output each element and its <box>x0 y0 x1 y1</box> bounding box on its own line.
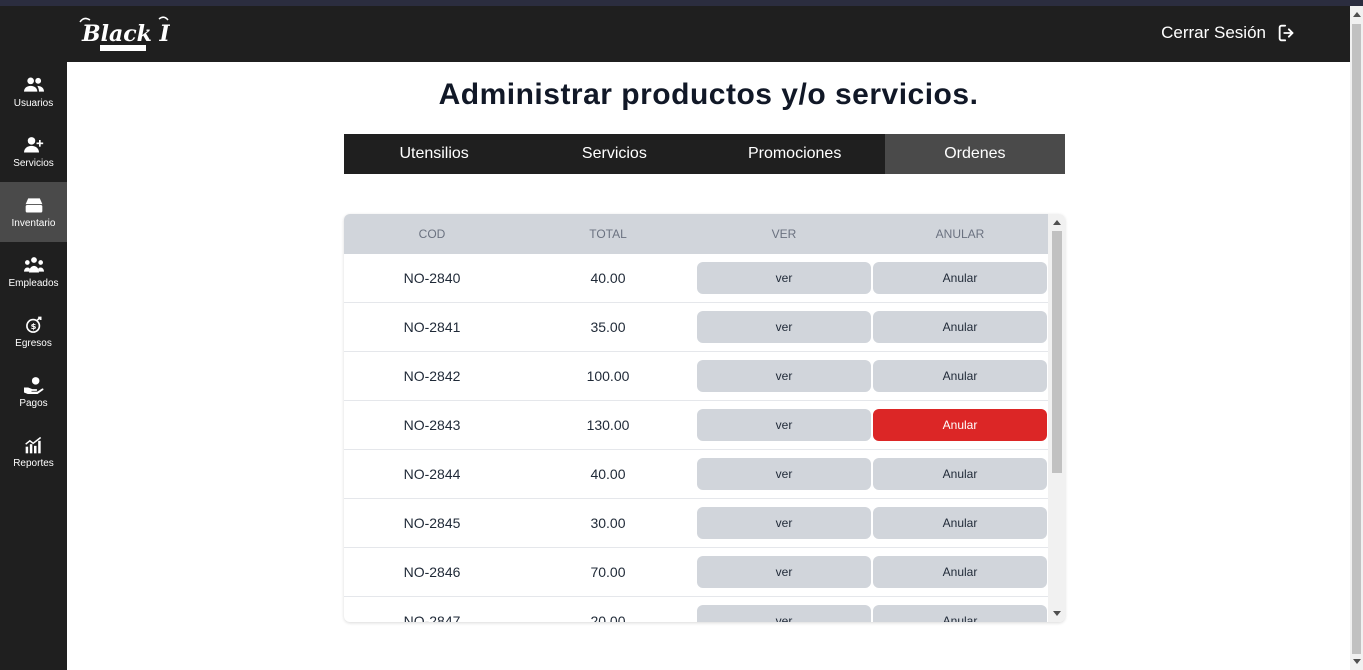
view-button[interactable]: ver <box>697 262 871 294</box>
sidebar-item-label: Pagos <box>19 397 48 409</box>
order-total: 20.00 <box>590 613 626 622</box>
cancel-button[interactable]: Anular <box>873 360 1047 392</box>
scrollbar-thumb[interactable] <box>1052 231 1062 473</box>
sidebar-item-usuarios[interactable]: Usuarios <box>0 62 67 122</box>
order-total: 100.00 <box>586 368 630 384</box>
sidebar-item-empleados[interactable]: Empleados <box>0 242 67 302</box>
page-scrollbar[interactable] <box>1350 6 1363 670</box>
sidebar: Usuarios Servicios Inventario Empleados … <box>0 62 67 670</box>
view-button[interactable]: ver <box>697 409 871 441</box>
view-button[interactable]: ver <box>697 360 871 392</box>
order-code: NO-2847 <box>403 613 461 622</box>
table-row: NO-2842 100.00 ver Anular <box>344 352 1048 401</box>
sidebar-item-label: Servicios <box>13 157 54 169</box>
view-button[interactable]: ver <box>697 458 871 490</box>
sidebar-item-label: Usuarios <box>13 97 54 109</box>
table-header: COD TOTAL VER ANULAR <box>344 214 1048 254</box>
tab-ordenes[interactable]: Ordenes <box>884 134 1065 174</box>
table-row: NO-2840 40.00 ver Anular <box>344 254 1048 303</box>
logo: Black Ink <box>79 16 170 51</box>
order-total: 30.00 <box>590 515 626 531</box>
cancel-button[interactable]: Anular <box>873 458 1047 490</box>
sidebar-item-pagos[interactable]: Pagos <box>0 362 67 422</box>
order-total: 35.00 <box>590 319 626 335</box>
sidebar-item-label: Reportes <box>13 457 54 469</box>
table-row: NO-2847 20.00 ver Anular <box>344 597 1048 622</box>
money-out-icon: $ <box>25 316 41 333</box>
cancel-button[interactable]: Anular <box>873 507 1047 539</box>
order-total: 40.00 <box>590 270 626 286</box>
sidebar-item-reportes[interactable]: Reportes <box>0 422 67 482</box>
scrollbar-thumb[interactable] <box>1352 24 1361 654</box>
logout-icon <box>1278 24 1294 42</box>
view-button[interactable]: ver <box>697 605 871 622</box>
tab-utensilios[interactable]: Utensilios <box>344 134 524 174</box>
chart-icon <box>24 436 41 453</box>
scroll-up-arrow-icon[interactable] <box>1053 220 1061 225</box>
cancel-button[interactable]: Anular <box>873 605 1047 622</box>
users-icon <box>23 77 44 92</box>
column-header-anular: ANULAR <box>935 227 985 241</box>
top-bar: Black Ink Cerrar Sesión <box>0 6 1350 62</box>
cancel-button[interactable]: Anular <box>873 262 1047 294</box>
scroll-down-arrow-icon[interactable] <box>1353 659 1361 664</box>
tab-promociones[interactable]: Promociones <box>705 134 885 174</box>
inventory-icon <box>25 197 42 212</box>
view-button[interactable]: ver <box>697 311 871 343</box>
order-code: NO-2846 <box>403 564 461 580</box>
svg-text:Black Ink: Black Ink <box>81 21 170 47</box>
order-code: NO-2845 <box>403 515 461 531</box>
hand-coin-icon <box>23 376 44 394</box>
order-total: 40.00 <box>590 466 626 482</box>
cancel-button[interactable]: Anular <box>873 409 1047 441</box>
view-button[interactable]: ver <box>697 507 871 539</box>
table-row: NO-2843 130.00 ver Anular <box>344 401 1048 450</box>
sidebar-item-label: Inventario <box>11 217 56 229</box>
order-code: NO-2842 <box>403 368 461 384</box>
order-total: 70.00 <box>590 564 626 580</box>
svg-text:$: $ <box>30 321 36 331</box>
cancel-button[interactable]: Anular <box>873 556 1047 588</box>
orders-table: COD TOTAL VER ANULAR NO-2840 40.00 ver Anul… <box>344 214 1065 622</box>
sidebar-item-egresos[interactable]: $ Egresos <box>0 302 67 362</box>
table-body: NO-2840 40.00 ver Anular NO-2841 35.00 ver Anul… <box>344 254 1048 622</box>
employees-icon <box>23 256 44 272</box>
table-row: NO-2841 35.00 ver Anular <box>344 303 1048 352</box>
tab-servicios[interactable]: Servicios <box>524 134 704 174</box>
order-code: NO-2843 <box>403 417 461 433</box>
table-row: NO-2845 30.00 ver Anular <box>344 499 1048 548</box>
sidebar-item-servicios[interactable]: Servicios <box>0 122 67 182</box>
sidebar-item-label: Egresos <box>15 337 52 349</box>
table-scrollbar[interactable] <box>1048 214 1065 622</box>
table-row: NO-2846 70.00 ver Anular <box>344 548 1048 597</box>
tab-bar: Utensilios Servicios Promociones Ordenes <box>344 134 1065 174</box>
order-total: 130.00 <box>586 417 630 433</box>
sidebar-item-label: Empleados <box>8 277 59 289</box>
scroll-down-arrow-icon[interactable] <box>1053 611 1061 616</box>
logout-label: Cerrar Sesión <box>1161 23 1266 42</box>
order-code: NO-2840 <box>403 270 461 286</box>
user-plus-icon <box>23 136 43 152</box>
logout-button[interactable]: Cerrar Sesión <box>1161 22 1298 44</box>
table-row: NO-2844 40.00 ver Anular <box>344 450 1048 499</box>
column-header-cod: COD <box>418 227 446 241</box>
column-header-total: TOTAL <box>589 227 627 241</box>
cancel-button[interactable]: Anular <box>873 311 1047 343</box>
order-code: NO-2844 <box>403 466 461 482</box>
view-button[interactable]: ver <box>697 556 871 588</box>
scroll-up-arrow-icon[interactable] <box>1353 12 1361 17</box>
order-code: NO-2841 <box>403 319 461 335</box>
column-header-ver: VER <box>771 227 797 241</box>
page-title: Administrar productos y/o servicios. <box>438 78 979 111</box>
sidebar-item-inventario[interactable]: Inventario <box>0 182 67 242</box>
